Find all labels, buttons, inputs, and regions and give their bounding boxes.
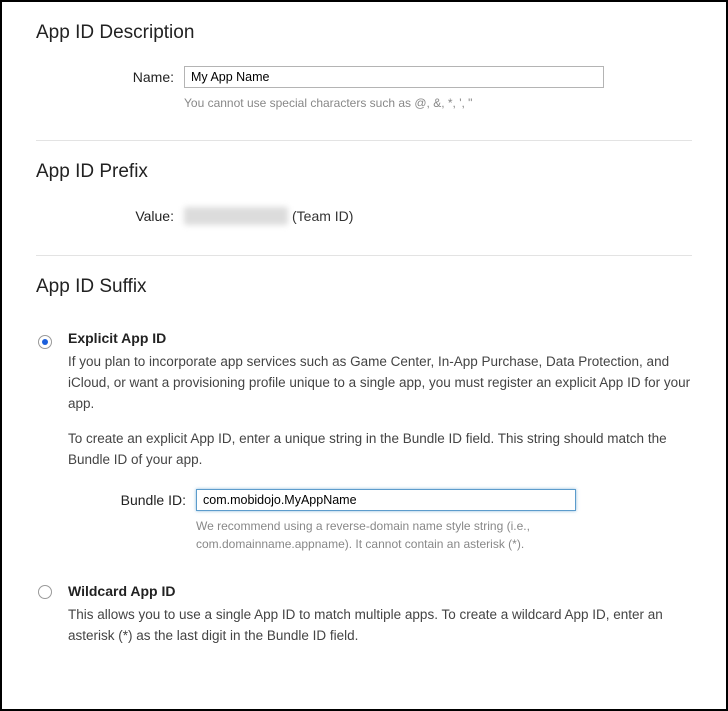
value-label: Value:: [36, 205, 184, 227]
name-input[interactable]: [184, 66, 604, 88]
explicit-desc1: If you plan to incorporate app services …: [68, 352, 692, 415]
team-id-suffix-text: (Team ID): [292, 208, 353, 224]
bundle-id-input[interactable]: [196, 489, 576, 511]
radio-wildcard[interactable]: [38, 585, 52, 599]
explicit-title: Explicit App ID: [68, 330, 692, 346]
suffix-title: App ID Suffix: [36, 276, 692, 298]
explicit-desc2: To create an explicit App ID, enter a un…: [68, 429, 692, 471]
name-label: Name:: [36, 66, 184, 88]
section-suffix: App ID Suffix Explicit App ID If you pla…: [36, 276, 692, 646]
radio-block-explicit: Explicit App ID If you plan to incorpora…: [36, 330, 692, 557]
wildcard-desc: This allows you to use a single App ID t…: [68, 605, 692, 647]
description-title: App ID Description: [36, 22, 692, 44]
divider-1: [36, 140, 692, 141]
section-prefix: App ID Prefix Value: (Team ID): [36, 161, 692, 227]
wildcard-title: Wildcard App ID: [68, 583, 692, 599]
radio-explicit[interactable]: [38, 335, 52, 349]
page: App ID Description Name: You cannot use …: [0, 0, 728, 711]
team-id-value-blurred: [184, 207, 288, 225]
section-description: App ID Description Name: You cannot use …: [36, 22, 692, 112]
radio-block-wildcard: Wildcard App ID This allows you to use a…: [36, 583, 692, 647]
divider-2: [36, 255, 692, 256]
name-hint: You cannot use special characters such a…: [184, 94, 692, 112]
prefix-title: App ID Prefix: [36, 161, 692, 183]
bundle-id-label: Bundle ID:: [68, 489, 196, 511]
bundle-id-hint: We recommend using a reverse-domain name…: [196, 517, 576, 553]
